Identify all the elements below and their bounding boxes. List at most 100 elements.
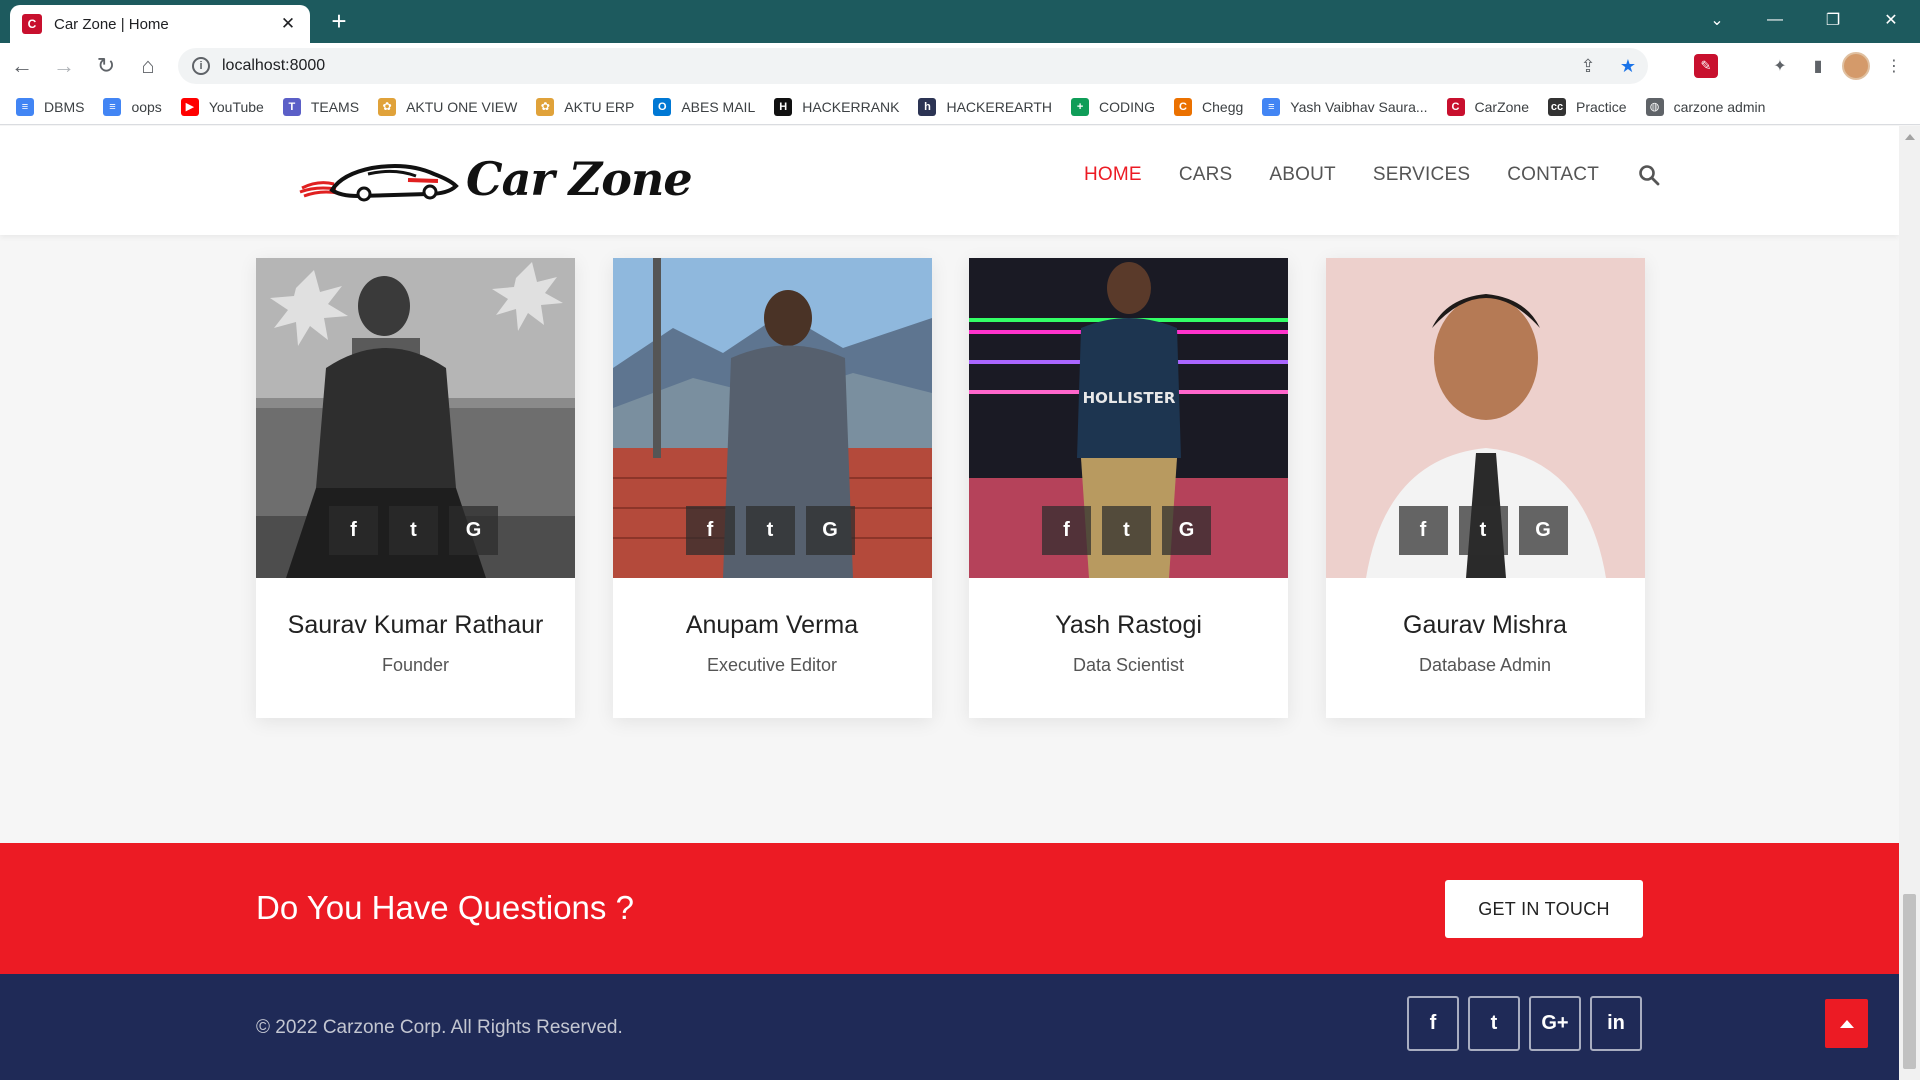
tab-title: Car Zone | Home: [54, 15, 169, 33]
nav-link-about[interactable]: ABOUT: [1269, 164, 1335, 186]
menu-kebab-icon[interactable]: ⋮: [1880, 52, 1908, 80]
page-viewport: Car Zone HOME CARS ABOUT SERVICES CONTACT ft…: [0, 126, 1920, 1080]
facebook-icon[interactable]: f: [1407, 996, 1459, 1051]
home-icon[interactable]: ⌂: [128, 46, 168, 86]
chegg-icon: C: [1174, 97, 1193, 116]
copyright-text: © 2022 Carzone Corp. All Rights Reserved…: [256, 1017, 623, 1038]
google-sheets-icon: +: [1071, 97, 1090, 116]
bookmark-label: TEAMS: [310, 98, 360, 115]
hackerrank-icon: H: [774, 97, 793, 116]
twitter-icon[interactable]: t: [745, 506, 795, 555]
facebook-icon[interactable]: f: [1398, 506, 1448, 555]
twitter-icon[interactable]: t: [1102, 506, 1151, 555]
bookmark-label: Practice: [1576, 98, 1627, 115]
google-icon[interactable]: G: [449, 506, 498, 555]
carzone-favicon-icon: C: [1446, 97, 1465, 116]
scroll-to-top-button[interactable]: [1825, 999, 1868, 1048]
member-name: Gaurav Mishra: [1403, 611, 1567, 639]
minimize-icon[interactable]: —: [1746, 0, 1804, 40]
bookmark-label: YouTube: [208, 98, 264, 115]
pdf-extension-icon[interactable]: ✎: [1694, 54, 1718, 78]
close-tab-icon[interactable]: ✕: [278, 14, 298, 34]
site-header: Car Zone HOME CARS ABOUT SERVICES CONTACT: [0, 126, 1899, 235]
share-icon[interactable]: ⇪: [1568, 56, 1608, 77]
bookmark-label: Chegg: [1202, 98, 1244, 115]
bookmark-item[interactable]: cc Practice: [1548, 97, 1627, 116]
person-photo-bw: ftG: [256, 258, 575, 578]
twitter-icon[interactable]: t: [1458, 506, 1508, 555]
page-scrollbar[interactable]: [1899, 126, 1920, 1080]
bookmark-item[interactable]: C Chegg: [1174, 97, 1244, 116]
site-info-icon[interactable]: i: [192, 57, 210, 75]
nav-link-cars[interactable]: CARS: [1179, 164, 1233, 186]
bookmark-item[interactable]: O ABES MAIL: [653, 97, 755, 116]
address-bar[interactable]: i localhost:8000 ⇪ ★: [178, 48, 1648, 84]
bookmark-item[interactable]: ✿ AKTU ONE VIEW: [378, 97, 517, 116]
new-tab-icon[interactable]: +: [324, 6, 354, 36]
reload-icon[interactable]: ↻: [86, 46, 126, 86]
bookmark-item[interactable]: C CarZone: [1446, 97, 1529, 116]
tab-search-icon[interactable]: ⌄: [1688, 0, 1746, 40]
profile-avatar[interactable]: [1842, 52, 1870, 80]
bookmark-item[interactable]: H HACKERRANK: [774, 97, 899, 116]
bookmark-item[interactable]: T TEAMS: [282, 97, 360, 116]
google-docs-icon: ≡: [1262, 97, 1281, 116]
globe-icon: ◍: [1645, 97, 1664, 116]
back-icon[interactable]: ←: [2, 46, 42, 86]
hackerearth-icon: h: [918, 97, 937, 116]
facebook-icon[interactable]: f: [329, 506, 378, 555]
person-photo-mountains: ftG: [612, 258, 932, 578]
forward-icon[interactable]: →: [44, 46, 84, 86]
member-role: Data Scientist: [1072, 655, 1185, 675]
google-plus-icon[interactable]: G+: [1529, 996, 1581, 1051]
youtube-icon: ▶: [180, 97, 199, 116]
bookmark-item[interactable]: ≡ Yash Vaibhav Saura...: [1262, 97, 1428, 116]
site-logo[interactable]: Car Zone: [298, 148, 693, 210]
card-social-links: ftG: [1042, 506, 1211, 555]
google-icon[interactable]: G: [1162, 506, 1211, 555]
bookmarks-bar: ≡ DBMS ≡ oops ▶ YouTube T TEAMS ✿ AKTU ONE VIEW ✿ A…: [0, 89, 1920, 125]
bookmark-label: Yash Vaibhav Saura...: [1290, 98, 1428, 115]
restore-icon[interactable]: ❐: [1804, 0, 1862, 40]
google-icon[interactable]: G: [805, 506, 855, 555]
bookmark-item[interactable]: ◍ carzone admin: [1645, 97, 1766, 116]
nav-link-services[interactable]: SERVICES: [1373, 164, 1470, 186]
twitter-icon[interactable]: t: [389, 506, 438, 555]
bookmark-item[interactable]: ▶ YouTube: [180, 97, 264, 116]
nav-link-contact[interactable]: CONTACT: [1507, 164, 1599, 186]
extensions-icon[interactable]: ✦: [1766, 52, 1794, 80]
url-text[interactable]: localhost:8000: [222, 57, 1568, 75]
team-card: f t G Gaurav Mishra Database Admin: [1325, 258, 1645, 718]
nav-link-home[interactable]: HOME: [1084, 164, 1142, 186]
team-card: f t G Anupam Verma Executive Editor: [612, 258, 932, 718]
bookmark-label: HACKEREARTH: [946, 98, 1053, 115]
scroll-up-arrow-icon[interactable]: [1905, 134, 1915, 140]
bookmark-star-icon[interactable]: ★: [1608, 56, 1648, 77]
member-role: Founder: [381, 655, 450, 675]
close-window-icon[interactable]: ✕: [1862, 0, 1920, 40]
linkedin-icon[interactable]: in: [1590, 996, 1642, 1051]
carzone-page: Car Zone HOME CARS ABOUT SERVICES CONTACT ft…: [0, 126, 1899, 1080]
bookmark-item[interactable]: ≡ DBMS: [16, 97, 84, 116]
get-in-touch-button[interactable]: GET IN TOUCH: [1445, 880, 1643, 938]
facebook-icon[interactable]: f: [685, 506, 735, 555]
footer-social-links: f t G+ in: [1407, 996, 1642, 1051]
google-icon[interactable]: G: [1518, 506, 1568, 555]
aktu-icon: ✿: [378, 97, 397, 116]
bookmark-item[interactable]: + CODING: [1071, 97, 1155, 116]
bookmark-item[interactable]: ✿ AKTU ERP: [536, 97, 634, 116]
facebook-icon[interactable]: f: [1042, 506, 1091, 555]
bookmark-item[interactable]: h HACKEREARTH: [918, 97, 1053, 116]
search-icon[interactable]: [1638, 164, 1660, 186]
member-name: Anupam Verma: [685, 611, 859, 639]
side-panel-icon[interactable]: ▮: [1804, 52, 1832, 80]
bookmark-label: carzone admin: [1673, 98, 1766, 115]
person-photo-night: HOLLISTER f t G: [969, 258, 1288, 578]
svg-text:HOLLISTER: HOLLISTER: [1083, 389, 1176, 407]
browser-tab[interactable]: C Car Zone | Home ✕: [10, 5, 310, 43]
bookmark-item[interactable]: ≡ oops: [103, 97, 162, 116]
scrollbar-thumb[interactable]: [1903, 894, 1916, 1069]
carzone-favicon-icon: C: [22, 14, 42, 34]
site-footer: © 2022 Carzone Corp. All Rights Reserved…: [0, 974, 1899, 1080]
twitter-icon[interactable]: t: [1468, 996, 1520, 1051]
